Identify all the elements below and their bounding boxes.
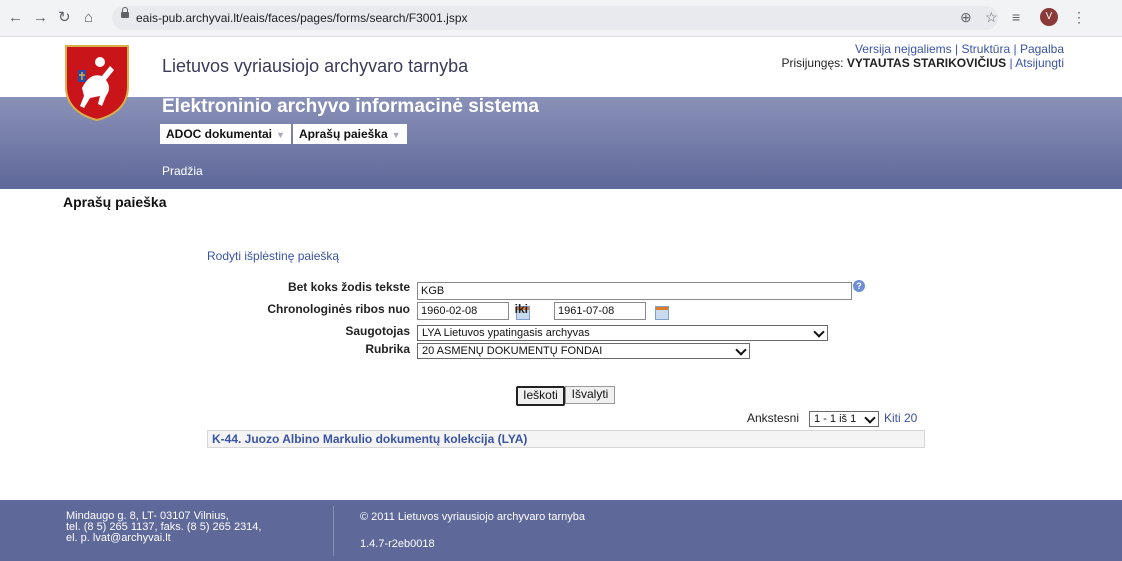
breadcrumb[interactable]: Pradžia — [162, 164, 203, 178]
chevron-down-icon — [864, 412, 876, 424]
menu-description-search[interactable]: Aprašų paieška ▼ — [292, 124, 407, 144]
result-row[interactable]: K-44. Juozo Albino Markulio dokumentų ko… — [207, 430, 925, 448]
username: VYTAUTAS STARIKOVIČIUS — [846, 56, 1007, 70]
chevron-down-icon: ▼ — [391, 130, 401, 140]
back-icon[interactable]: ← — [8, 9, 23, 27]
coat-of-arms-logo[interactable] — [62, 42, 132, 122]
rubric-label: Rubrika — [365, 342, 410, 356]
pager-next[interactable]: Kiti 20 — [884, 411, 917, 425]
top-links: Versija neįgaliems | Struktūra | Pagalba… — [781, 42, 1064, 70]
keeper-label: Saugotojas — [345, 324, 410, 338]
more-menu-icon[interactable]: ⋮ — [1072, 9, 1086, 26]
clear-button[interactable]: Išvalyti — [565, 386, 615, 404]
address-line: el. p. lvat@archyvai.lt — [66, 532, 171, 544]
address-bar[interactable]: eais-pub.archyvai.lt/eais/faces/pages/fo… — [112, 6, 998, 30]
page-title: Aprašų paieška — [63, 194, 167, 210]
profile-avatar[interactable]: V — [1040, 8, 1058, 26]
structure-link[interactable]: Struktūra — [961, 42, 1010, 56]
chevron-down-icon — [735, 344, 747, 356]
date-to-input[interactable]: 1961-07-08 — [554, 302, 646, 320]
keeper-select[interactable]: LYA Lietuvos ypatingasis archyvas — [417, 325, 828, 341]
reading-list-icon[interactable]: ≡ — [1012, 9, 1020, 25]
help-icon[interactable]: ? — [853, 280, 865, 292]
rubric-select[interactable]: 20 ASMENŲ DOKUMENTŲ FONDAI — [417, 343, 750, 359]
menu-adoc-label: ADOC dokumentai — [166, 127, 273, 141]
system-title: Elektroninio archyvo informacinė sistema — [162, 96, 539, 117]
footer-address: Mindaugo g. 8, LT- 03107 Vilnius, tel. (… — [66, 511, 261, 544]
menu-search-label: Aprašų paieška — [298, 127, 388, 141]
lock-icon — [121, 7, 129, 18]
chevron-down-icon: ▼ — [276, 130, 285, 140]
search-button[interactable]: Ieškoti — [516, 386, 565, 406]
home-icon[interactable]: ⌂ — [84, 9, 93, 27]
keeper-selected-value: LYA Lietuvos ypatingasis archyvas — [422, 327, 590, 339]
any-word-input[interactable]: KGB — [417, 282, 852, 300]
chevron-down-icon — [813, 326, 825, 338]
forward-icon[interactable]: → — [33, 9, 48, 27]
any-word-label: Bet koks žodis tekste — [287, 280, 410, 294]
pager-range-value: 1 - 1 iš 1 — [814, 413, 857, 425]
main-menu: ADOC dokumentai ▼ Aprašų paieška ▼ — [160, 124, 409, 144]
pager-range-select[interactable]: 1 - 1 iš 1 — [809, 411, 879, 427]
help-link[interactable]: Pagalba — [1020, 42, 1064, 56]
rubric-selected-value: 20 ASMENŲ DOKUMENTŲ FONDAI — [422, 345, 603, 357]
footer-divider — [333, 506, 334, 556]
accessible-version-link[interactable]: Versija neįgaliems — [855, 42, 952, 56]
advanced-search-link[interactable]: Rodyti išplėstinę paiešką — [207, 249, 339, 263]
logged-in-label: Prisijungęs: — [781, 56, 844, 70]
pager-prev[interactable]: Ankstesni — [747, 411, 799, 425]
footer: Mindaugo g. 8, LT- 03107 Vilnius, tel. (… — [0, 500, 1122, 561]
logout-link[interactable]: Atsijungti — [1015, 56, 1064, 70]
zoom-icon[interactable]: ⊕ — [960, 9, 972, 26]
site-name: Lietuvos vyriausiojo archyvaro tarnyba — [162, 56, 469, 76]
footer-version: 1.4.7-r2eb0018 — [360, 538, 435, 550]
iki-label: iki — [514, 302, 528, 316]
reload-icon[interactable]: ↻ — [58, 9, 71, 27]
calendar-icon[interactable] — [655, 306, 669, 320]
menu-adoc-documents[interactable]: ADOC dokumentai ▼ — [160, 124, 291, 144]
bookmark-star-icon[interactable]: ☆ — [985, 9, 998, 26]
browser-toolbar: ← → ↻ ⌂ eais-pub.archyvai.lt/eais/faces/… — [0, 0, 1122, 37]
footer-copyright: © 2011 Lietuvos vyriausiojo archyvaro ta… — [360, 511, 585, 523]
url-text: eais-pub.archyvai.lt/eais/faces/pages/fo… — [136, 11, 468, 25]
